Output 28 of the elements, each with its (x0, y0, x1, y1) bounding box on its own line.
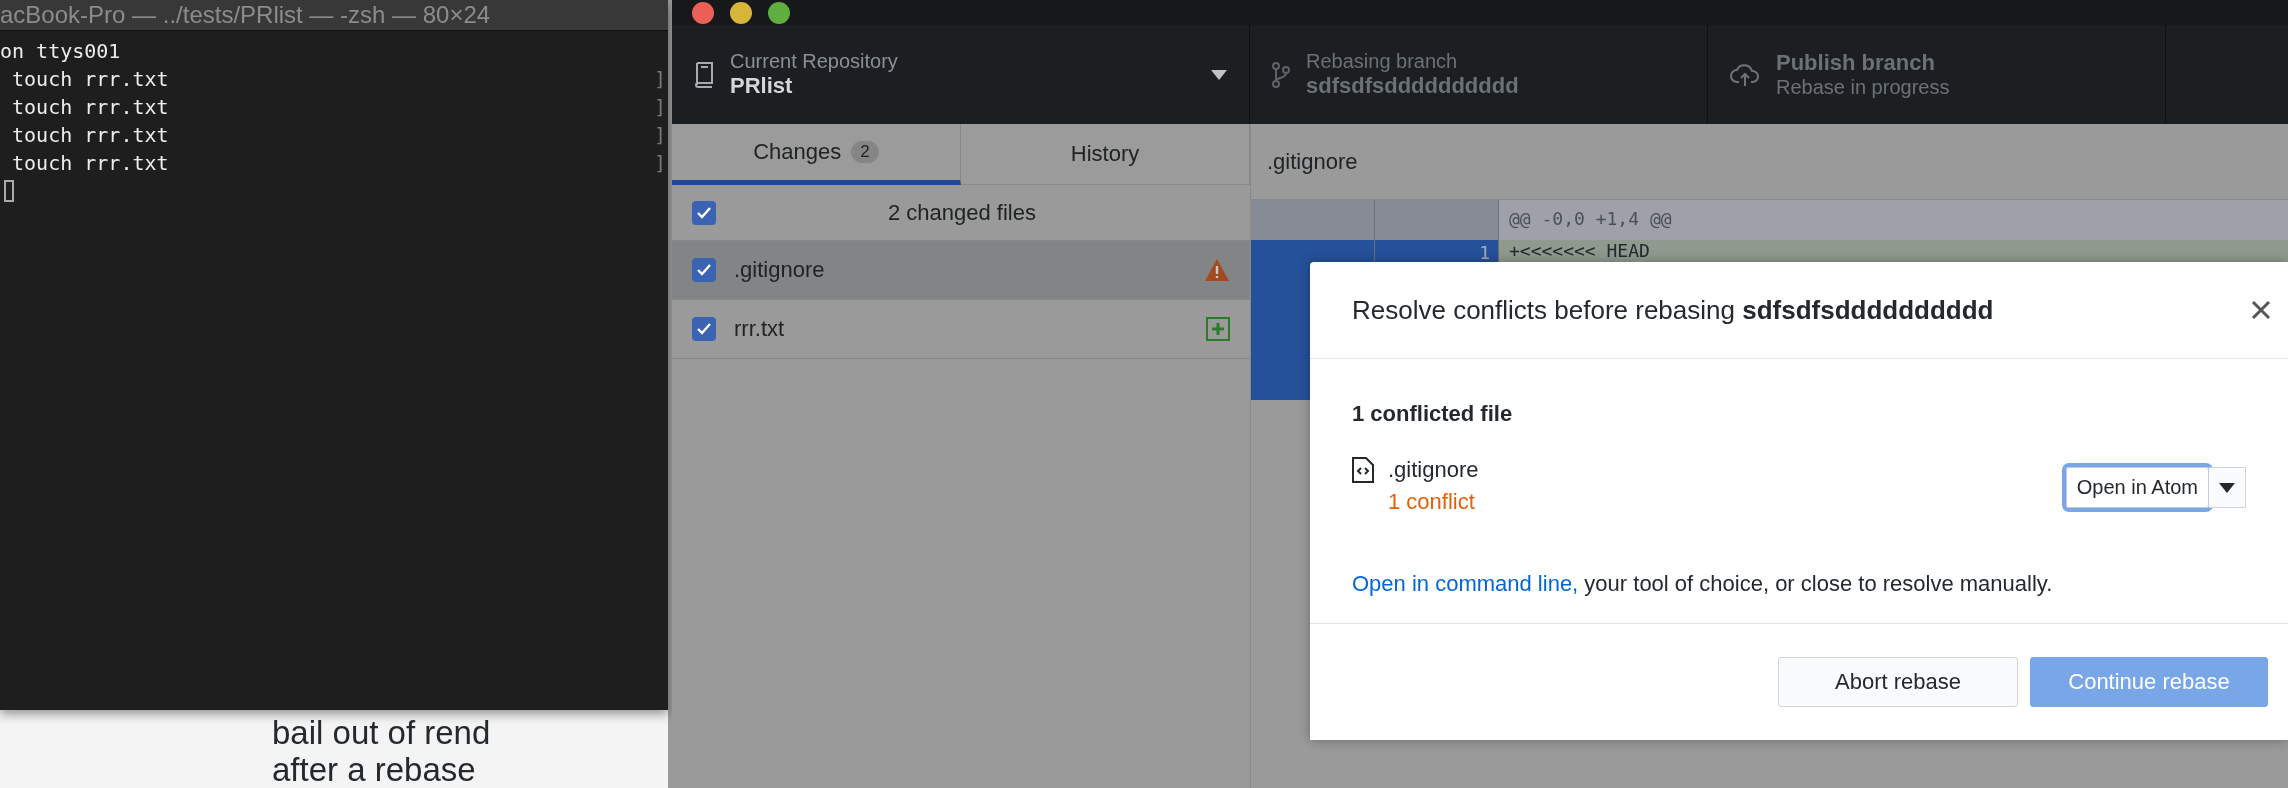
window-title: acBook-Pro — ../tests/PRlist — -zsh — 80×24 (0, 0, 668, 31)
page-text: after a rebase (272, 751, 477, 788)
file-name: .gitignore (1388, 457, 1480, 483)
section-heading: 1 conflicted file (1352, 401, 1514, 427)
prompt-mark: ] (653, 66, 667, 93)
terminal-line: touch rrr.txt (11, 122, 169, 149)
changed-files-summary: 2 changed files (887, 199, 1037, 226)
conflict-count: 1 conflict (1388, 489, 1476, 515)
count-badge: 2 (851, 141, 879, 163)
terminal-line: touch rrr.txt (11, 94, 169, 121)
prompt-mark: ] (653, 122, 667, 149)
tab[interactable]: History (961, 124, 1250, 185)
terminal-line: touch rrr.txt (11, 66, 169, 93)
file-list-item[interactable]: rrr.txt (672, 300, 1250, 359)
abort-button[interactable]: Abort rebase (1778, 657, 2018, 707)
file-list-item[interactable]: .gitignore (672, 241, 1250, 300)
diff-line: +<<<<<<< HEAD (1508, 241, 1651, 261)
help-text: Open in command line, your tool of choice, or close to resolve manually. (1352, 571, 2054, 597)
tab[interactable]: Changes 2 (672, 124, 961, 185)
hunk-header: @@ -0,0 +1,4 @@ (1499, 200, 2288, 240)
terminal-line: on ttys001 (0, 38, 121, 65)
terminal-line: touch rrr.txt (11, 150, 169, 177)
file-name: rrr.txt (734, 316, 786, 342)
prompt-mark: ] (653, 94, 667, 121)
page-text: bail out of rend (272, 714, 492, 752)
file-name: .gitignore (734, 257, 826, 283)
prompt-mark: ] (653, 150, 667, 177)
command-line-link[interactable]: Open in command line, (1352, 571, 1579, 596)
